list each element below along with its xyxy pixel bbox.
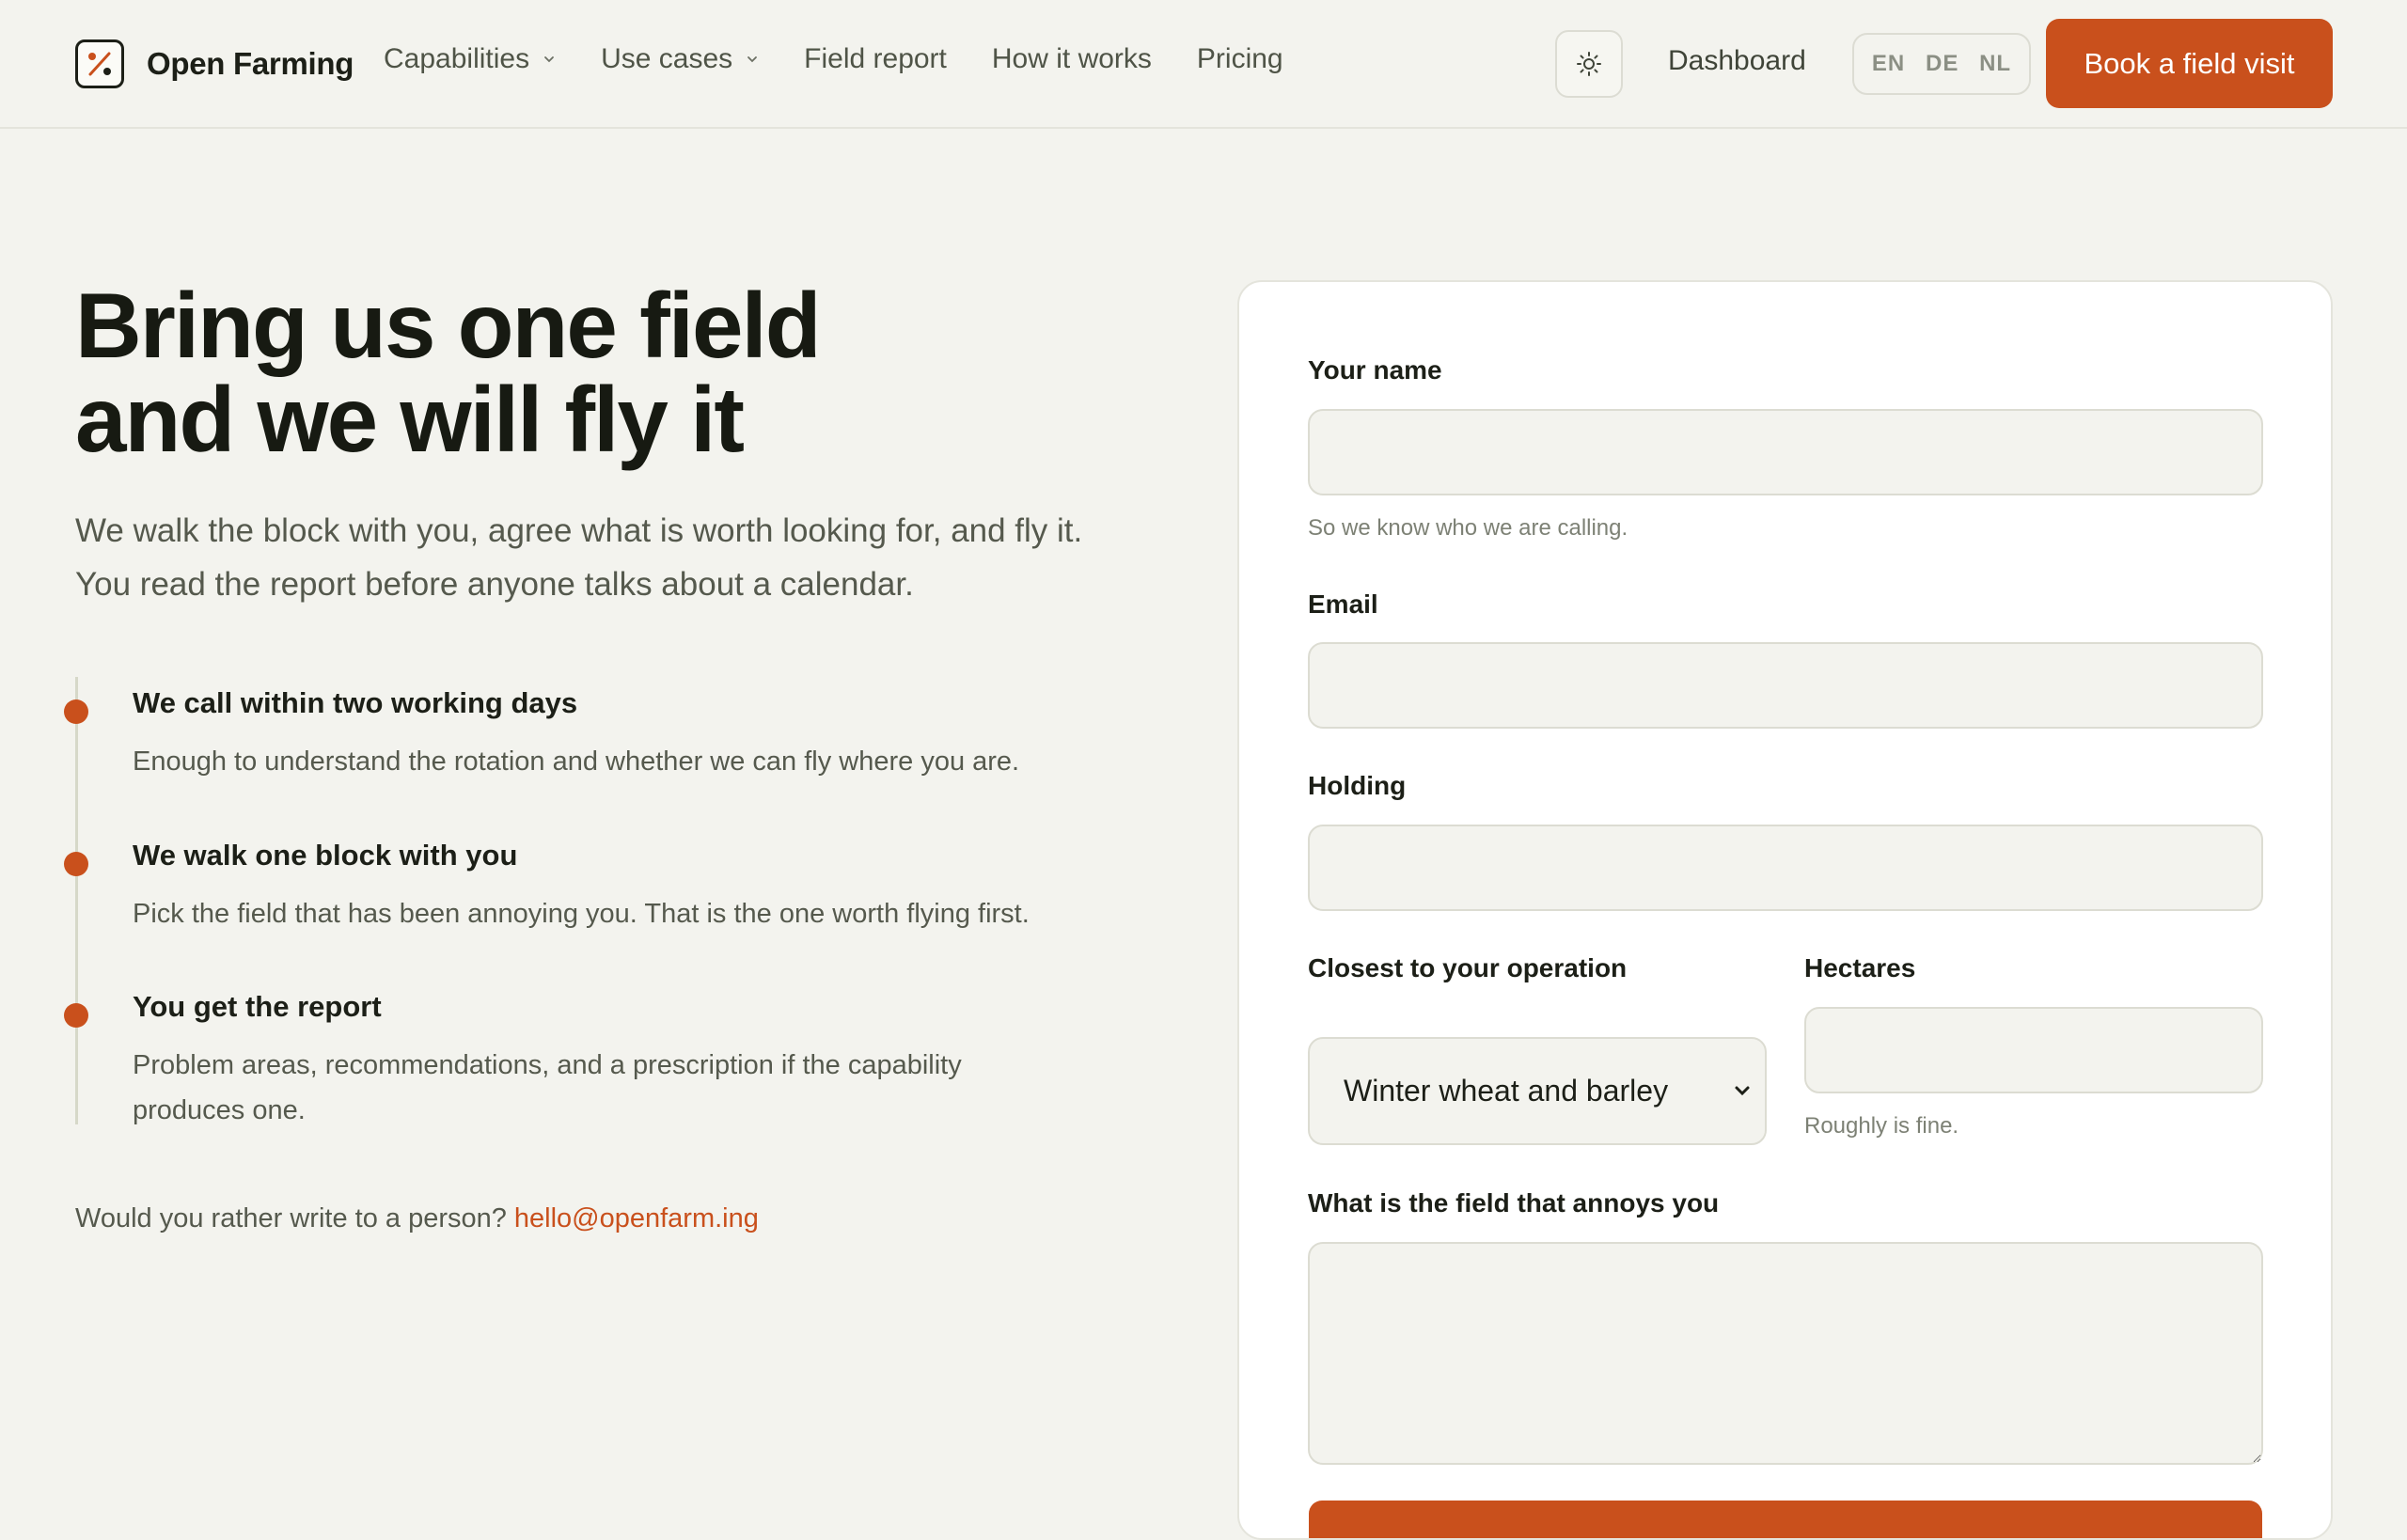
name-hint: So we know who we are calling. <box>1308 515 1628 541</box>
holding-label: Holding <box>1308 771 1407 800</box>
submit-button[interactable] <box>1309 1501 2262 1538</box>
step-title: We call within two working days <box>133 686 578 719</box>
language-nl[interactable]: NL <box>1979 51 2011 77</box>
chevron-down-icon <box>747 56 758 63</box>
email-label: Email <box>1308 589 1378 619</box>
sun-icon <box>1577 52 1601 76</box>
page-subtitle: We walk the block with you, agree what i… <box>75 504 1156 611</box>
operation-select[interactable]: Winter wheat and barley <box>1308 1037 1767 1145</box>
name-label: Your name <box>1308 355 1442 385</box>
chevron-down-icon <box>544 56 554 63</box>
email-field[interactable] <box>1308 642 2263 729</box>
open-farming-logo-icon <box>75 39 124 88</box>
operation-label: Closest to your operation <box>1308 953 1628 982</box>
process-steps: We call within two working days Enough t… <box>64 677 1109 1125</box>
step-description: Enough to understand the rotation and wh… <box>133 746 1020 777</box>
theme-toggle-button[interactable] <box>1555 30 1623 98</box>
language-switcher: EN DE NL <box>1852 33 2031 95</box>
contact-text: Would you rather write to a person? <box>75 1203 507 1234</box>
nav-use-cases[interactable]: Use cases <box>601 43 759 75</box>
annoying-field-textarea[interactable] <box>1308 1242 2263 1465</box>
annoying-field-label: What is the field that annoys you <box>1308 1188 1720 1218</box>
step-description: Pick the field that has been annoying yo… <box>133 899 1030 929</box>
language-en[interactable]: EN <box>1872 51 1905 77</box>
name-field[interactable] <box>1308 409 2263 495</box>
dashboard-link[interactable]: Dashboard <box>1668 45 1806 77</box>
language-de[interactable]: DE <box>1926 51 1959 77</box>
step-title: You get the report <box>133 990 382 1023</box>
step-description: Problem areas, recommendations, and a pr… <box>133 1050 962 1125</box>
hectares-hint: Roughly is fine. <box>1804 1113 1959 1139</box>
step-bullet-icon <box>64 852 88 876</box>
page-title-line: Bring us one field <box>75 274 822 377</box>
main-nav: Capabilities Use cases Field report How … <box>384 43 1329 75</box>
nav-field-report-label: Field report <box>804 43 947 74</box>
page-title: Bring us one field and we will fly it <box>75 278 1109 466</box>
hectares-label: Hectares <box>1804 953 1916 982</box>
nav-how-it-works-label: How it works <box>991 43 1152 74</box>
book-field-visit-button[interactable]: Book a field visit <box>2046 19 2333 108</box>
page-title-line: and we will fly it <box>75 368 745 471</box>
nav-how-it-works[interactable]: How it works <box>992 43 1152 75</box>
nav-use-cases-label: Use cases <box>601 43 733 74</box>
brand-name: Open Farming <box>147 46 354 81</box>
hectares-field[interactable] <box>1804 1007 2263 1093</box>
contact-line: Would you rather write to a person? hello… <box>75 1203 759 1234</box>
contact-email-link[interactable]: hello@openfarm.ing <box>514 1203 759 1234</box>
top-navigation-bar: Open Farming Capabilities Use cases Fiel… <box>0 0 2407 129</box>
page-subtitle-line: You read the report before anyone talks … <box>75 566 914 603</box>
step-bullet-icon <box>64 1003 88 1028</box>
page-subtitle-line: We walk the block with you, agree what i… <box>75 512 1083 549</box>
booking-form: Your name So we know who we are calling.… <box>1237 280 2333 1540</box>
step-title: We walk one block with you <box>133 839 518 872</box>
step-bullet-icon <box>64 699 88 724</box>
nav-pricing[interactable]: Pricing <box>1197 43 1283 75</box>
nav-pricing-label: Pricing <box>1196 43 1283 74</box>
operation-select-value: Winter wheat and barley <box>1344 1074 1669 1108</box>
nav-capabilities[interactable]: Capabilities <box>384 43 556 75</box>
chevron-down-icon <box>1735 1086 1750 1095</box>
nav-capabilities-label: Capabilities <box>384 43 530 74</box>
nav-field-report[interactable]: Field report <box>804 43 947 75</box>
holding-field[interactable] <box>1308 825 2263 911</box>
brand[interactable]: Open Farming <box>75 39 354 88</box>
